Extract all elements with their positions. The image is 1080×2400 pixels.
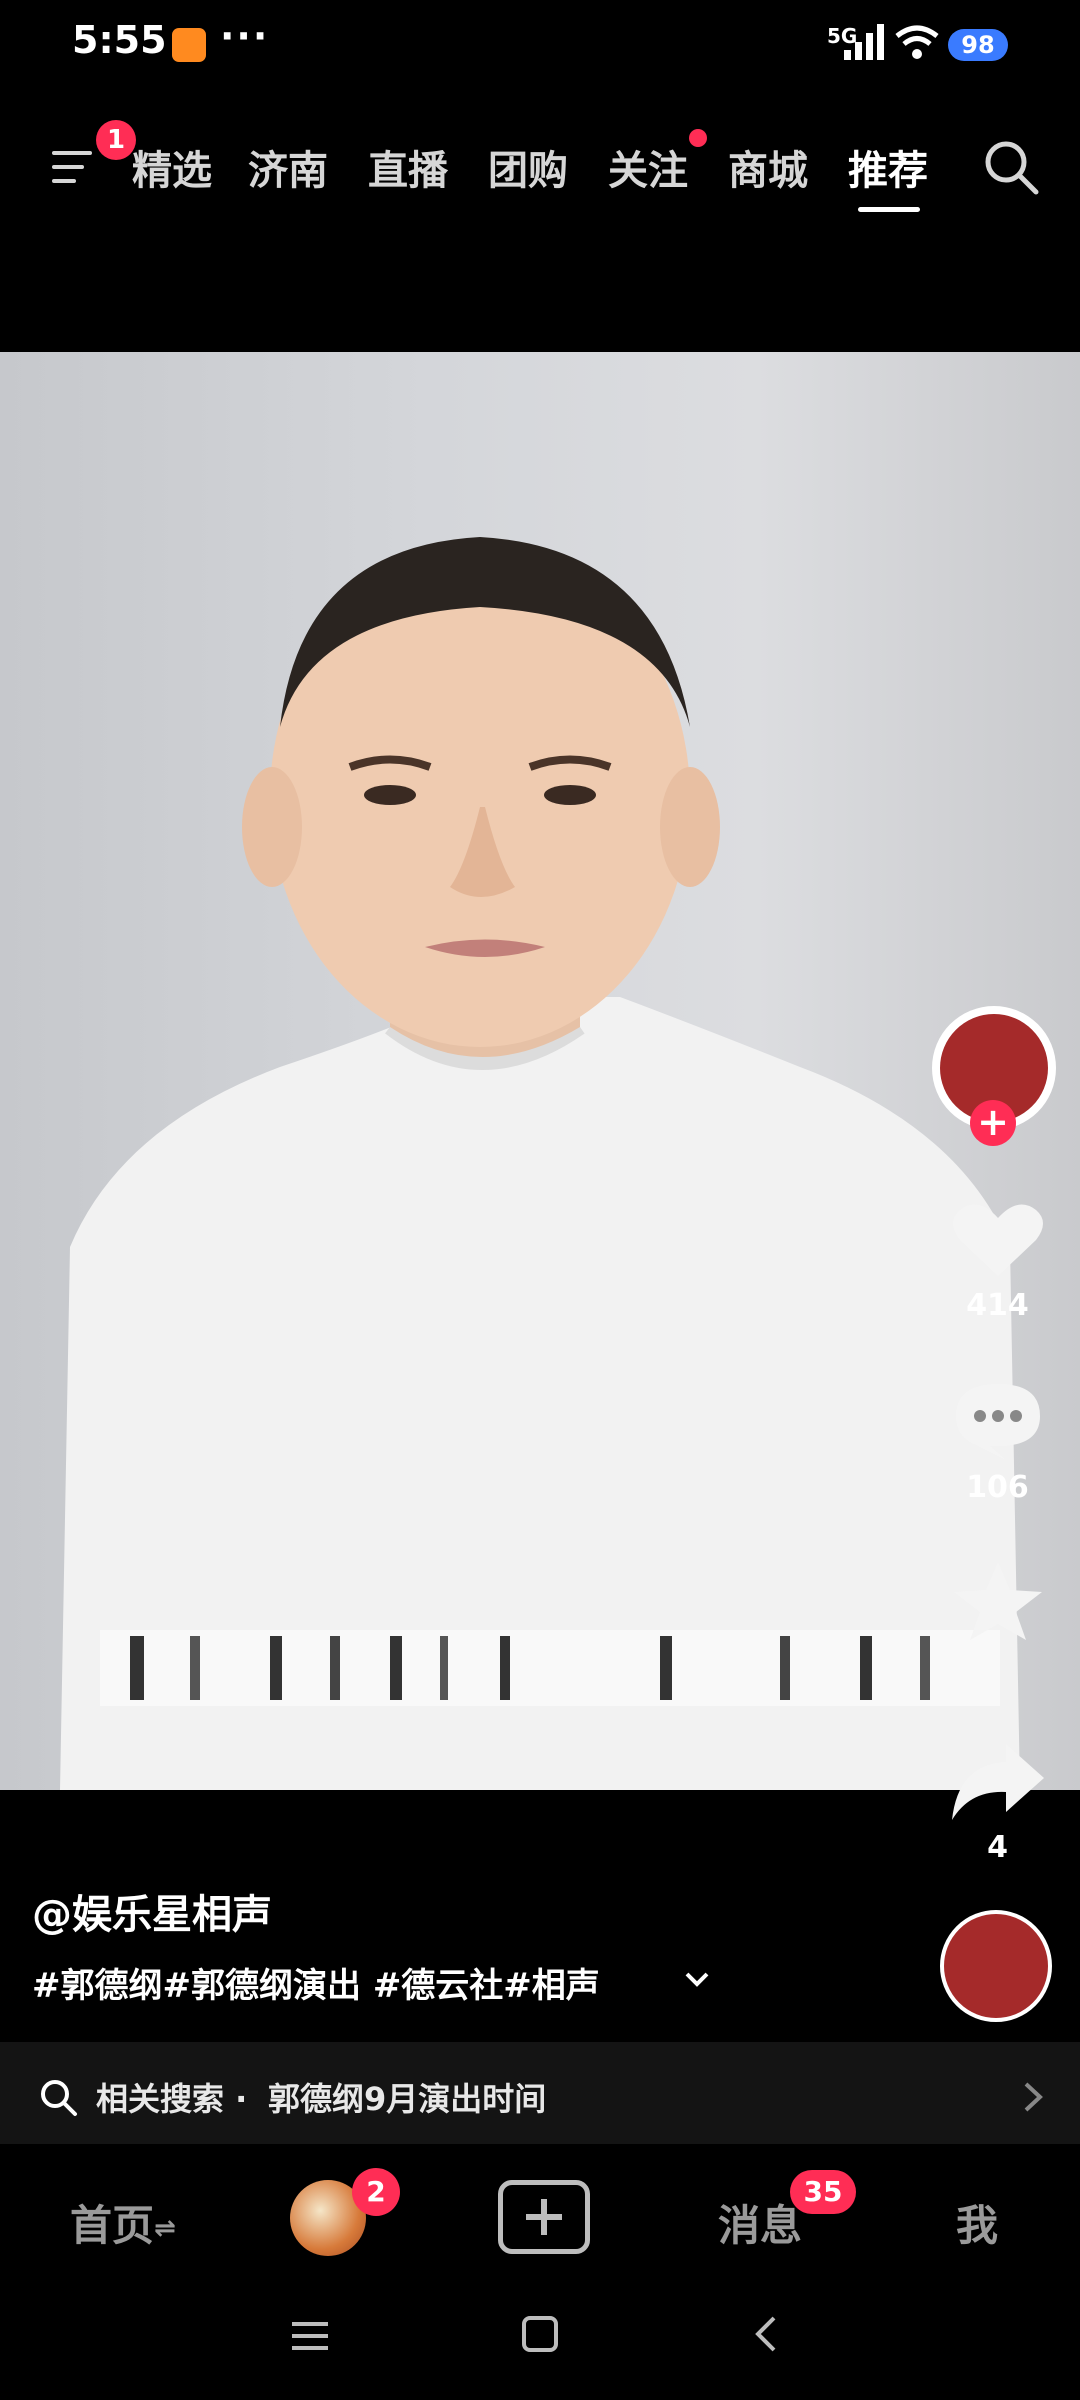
like-count: 414	[966, 1288, 1029, 1323]
status-time: 5:55	[72, 18, 167, 62]
tab-recommended[interactable]: 推荐	[848, 138, 928, 196]
nav-me[interactable]: 我	[956, 2192, 998, 2253]
author-name[interactable]: @娱乐星相声	[32, 1882, 272, 1940]
chevron-right-icon	[1024, 2082, 1043, 2112]
hashtags[interactable]: #郭德纲#郭德纲演出 #德云社#相声	[32, 1958, 600, 2007]
favorite-star-icon[interactable]	[950, 1560, 1046, 1640]
active-tab-indicator	[858, 207, 920, 212]
tab-featured[interactable]: 精选	[132, 138, 212, 196]
more-notifications-icon: ···	[220, 14, 270, 58]
music-disc[interactable]	[940, 1910, 1052, 2022]
recent-apps-icon[interactable]	[290, 2316, 330, 2356]
wifi-icon	[895, 25, 939, 59]
tab-mall[interactable]: 商城	[728, 138, 808, 196]
search-icon	[41, 2080, 77, 2116]
tab-following[interactable]: 关注	[608, 138, 688, 196]
back-icon[interactable]	[752, 2314, 782, 2354]
share-icon[interactable]	[950, 1742, 1046, 1822]
tab-group-buy[interactable]: 团购	[488, 138, 568, 196]
signal-icon	[844, 24, 884, 60]
plus-icon	[526, 2199, 562, 2235]
home-button-icon[interactable]	[520, 2314, 560, 2354]
create-button[interactable]	[498, 2180, 590, 2254]
nav-home[interactable]: 首页⇌	[70, 2192, 176, 2253]
menu-badge: 1	[96, 120, 136, 160]
follow-button[interactable]: +	[970, 1100, 1016, 1146]
following-new-dot	[689, 129, 707, 147]
heart-icon[interactable]	[950, 1200, 1046, 1280]
search-icon[interactable]	[982, 138, 1040, 196]
friends-badge: 2	[352, 2168, 400, 2216]
switch-icon: ⇌	[154, 2213, 176, 2244]
battery-indicator: 98	[948, 29, 1008, 61]
nav-messages[interactable]: 消息	[718, 2192, 802, 2253]
related-search-label: 相关搜索 ·	[96, 2080, 248, 2118]
video-frame-person	[60, 537, 1020, 1790]
video-player[interactable]	[0, 352, 1080, 1790]
share-count: 4	[987, 1830, 1008, 1865]
tab-live[interactable]: 直播	[368, 138, 448, 196]
nav-home-label: 首页	[70, 2201, 155, 2250]
tab-jinan[interactable]: 济南	[248, 138, 328, 196]
comment-icon[interactable]	[950, 1380, 1046, 1460]
chevron-down-icon[interactable]	[684, 1970, 710, 1990]
related-search-query[interactable]: 郭德纲9月演出时间	[268, 2074, 546, 2120]
menu-icon[interactable]	[50, 145, 100, 189]
shopping-bag-icon	[172, 28, 206, 62]
blurred-caption	[100, 1630, 1000, 1706]
messages-badge: 35	[790, 2170, 856, 2214]
comment-count: 106	[966, 1470, 1029, 1505]
